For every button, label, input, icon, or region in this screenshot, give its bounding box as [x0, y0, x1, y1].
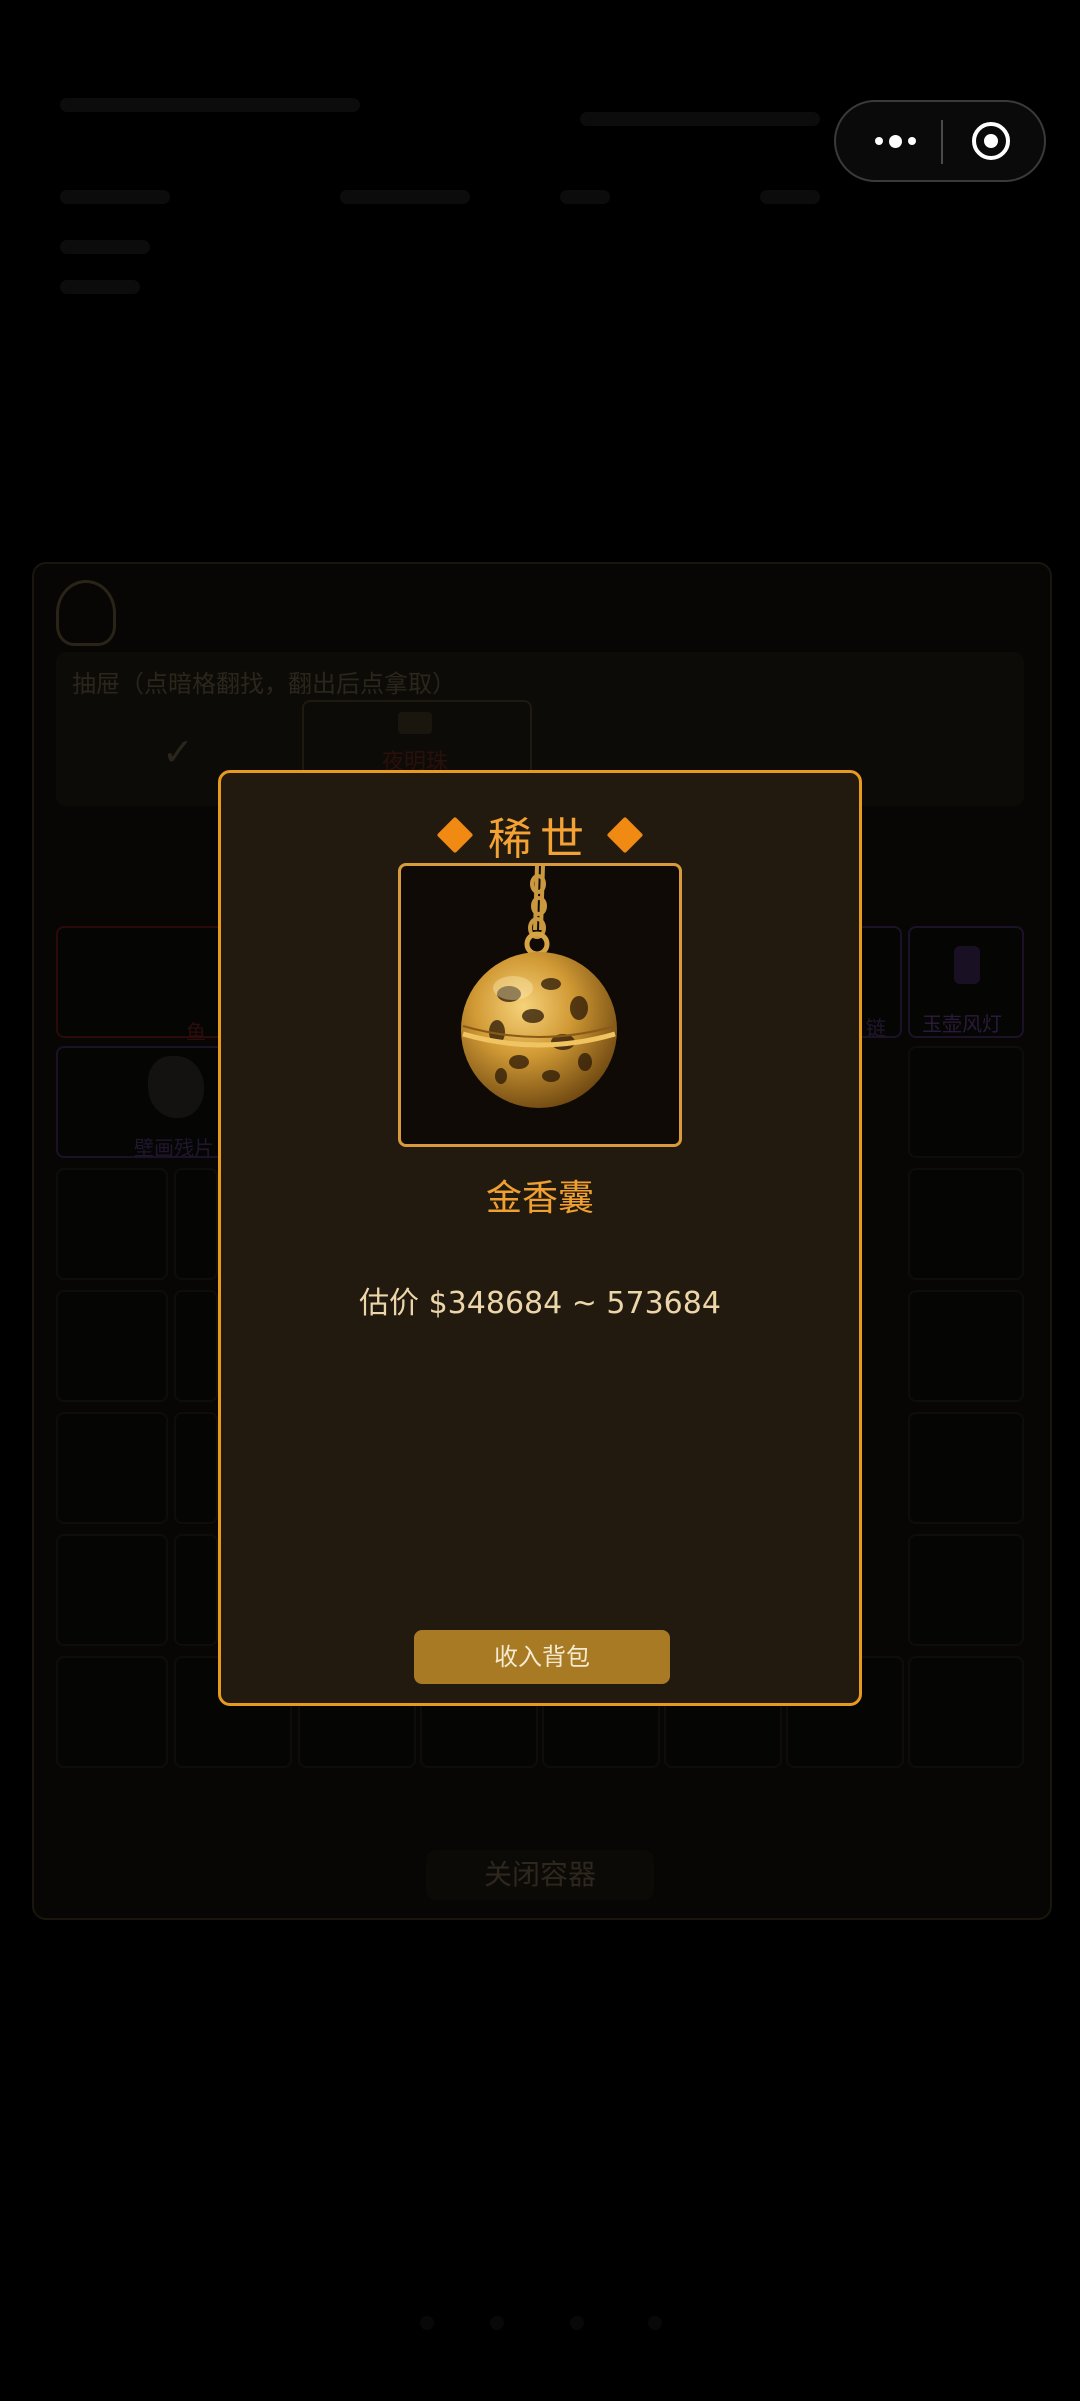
drawer-title: 抽屉（点暗格翻找，翻出后点拿取） — [72, 670, 456, 698]
stone-icon — [148, 1056, 204, 1118]
item-name: 金香囊 — [485, 1178, 594, 1219]
rarity-row: 稀世 — [221, 803, 859, 867]
grid-cell-empty[interactable] — [56, 1168, 168, 1280]
item-image-frame — [398, 863, 682, 1147]
target-circle-icon[interactable] — [972, 122, 1010, 160]
bottom-dot — [570, 2316, 584, 2330]
bg-header-line — [760, 190, 820, 204]
golden-sachet-icon — [461, 866, 617, 1108]
grid-cell-empty[interactable] — [174, 1168, 218, 1280]
grid-cell-label: 链 — [866, 1016, 886, 1040]
grid-cell-empty[interactable] — [908, 1290, 1024, 1402]
diamond-icon — [606, 816, 644, 854]
bg-header-line — [60, 98, 360, 112]
bg-header-line — [560, 190, 610, 204]
grid-cell-label: 玉壶风灯 — [922, 1012, 1002, 1036]
bottom-dot — [490, 2316, 504, 2330]
bg-header-line — [580, 112, 820, 126]
grid-cell-empty[interactable] — [56, 1656, 168, 1768]
bg-header-line — [60, 240, 150, 254]
item-reward-modal: 稀世 金香囊 估价 $348684 ~ 573684 收入背包 — [218, 770, 862, 1706]
lock-icon — [56, 580, 116, 646]
grid-cell-empty[interactable] — [174, 1534, 218, 1646]
bottom-dot — [420, 2316, 434, 2330]
pearl-icon — [398, 712, 432, 734]
diamond-icon — [436, 816, 474, 854]
grid-cell-empty[interactable] — [908, 1656, 1024, 1768]
item-price: 估价 $348684 ~ 573684 — [359, 1286, 721, 1321]
lantern-icon — [954, 946, 980, 984]
capsule-divider — [941, 120, 943, 164]
grid-cell-empty[interactable] — [908, 1534, 1024, 1646]
grid-cell-empty[interactable] — [56, 1290, 168, 1402]
drawer-slot-searched[interactable]: ✓ — [162, 730, 194, 774]
more-dots-icon[interactable] — [860, 124, 930, 158]
mini-program-capsule — [834, 100, 1046, 182]
grid-cell-empty[interactable] — [174, 1290, 218, 1402]
bg-header-line — [340, 190, 470, 204]
bottom-dot — [648, 2316, 662, 2330]
close-container-button[interactable]: 关闭容器 — [426, 1850, 654, 1900]
grid-cell-empty[interactable] — [56, 1412, 168, 1524]
grid-cell-label: 壁画残片 — [134, 1136, 214, 1160]
bg-header-line — [60, 190, 170, 204]
game-screen: 抽屉（点暗格翻找，翻出后点拿取） ✓ 夜明珠 鱼 链 玉壶风灯 壁画残片 关闭容… — [0, 0, 1080, 2401]
grid-cell-empty[interactable] — [56, 1534, 168, 1646]
collect-to-bag-button[interactable]: 收入背包 — [414, 1630, 670, 1684]
grid-cell-empty[interactable] — [174, 1412, 218, 1524]
grid-cell-empty[interactable] — [908, 1412, 1024, 1524]
rarity-label: 稀世 — [488, 814, 592, 865]
grid-cell-empty[interactable] — [908, 1168, 1024, 1280]
grid-cell-label: 鱼 — [186, 1020, 206, 1044]
grid-cell-empty[interactable] — [908, 1046, 1024, 1158]
bg-header-line — [60, 280, 140, 294]
